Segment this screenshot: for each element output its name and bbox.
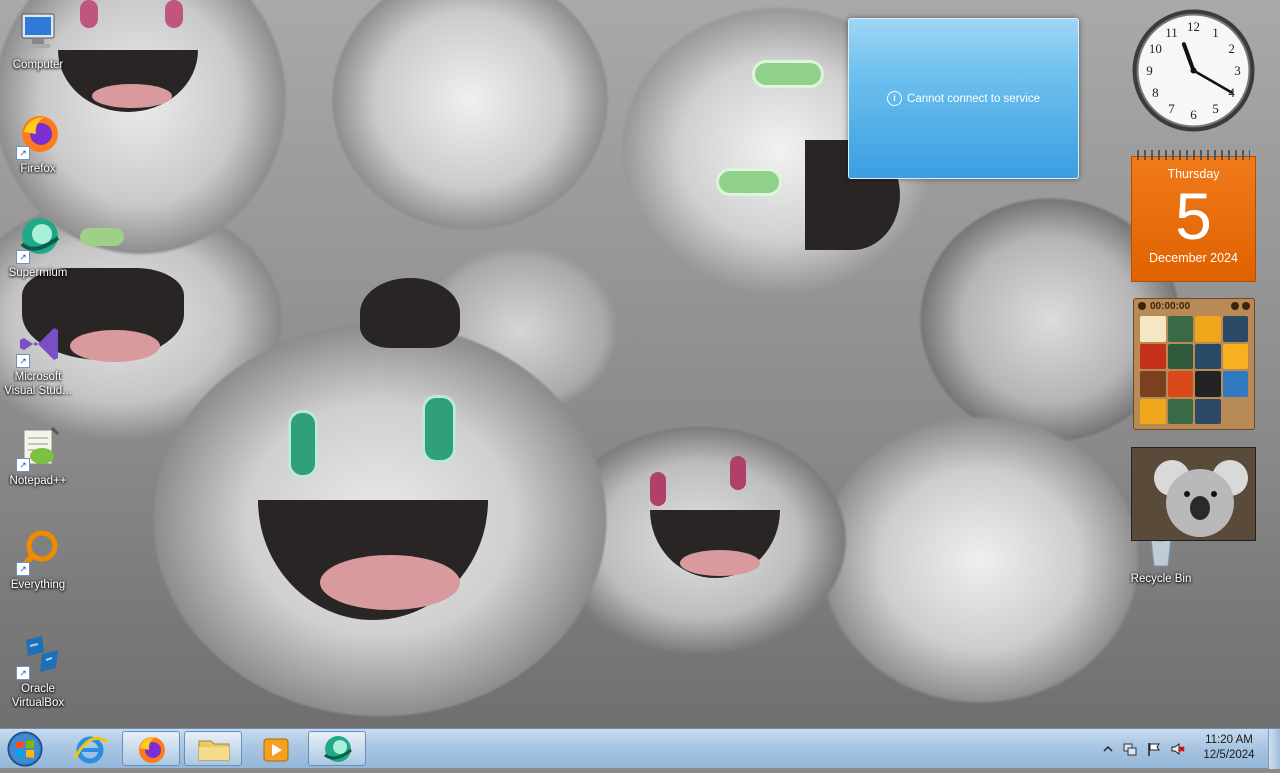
puzzle-grid[interactable] [1140, 316, 1248, 424]
calendar-gadget[interactable]: Thursday 5 December 2024 [1131, 150, 1256, 282]
desktop-icon-label: Computer [12, 59, 64, 71]
clock-numeral: 12 [1187, 19, 1200, 34]
wallpaper-creature-face [0, 0, 1280, 728]
firefox-icon [139, 737, 165, 763]
internet-explorer-icon [73, 736, 108, 764]
puzzle-tile[interactable] [1167, 398, 1193, 424]
puzzle-tile[interactable] [1222, 343, 1248, 369]
popup-message: Cannot connect to service [907, 92, 1040, 105]
desktop-icon-label: Oracle VirtualBox [11, 683, 65, 709]
puzzle-preview-icon[interactable] [1242, 302, 1250, 310]
koala-photo-icon [1132, 448, 1255, 540]
volume-muted-icon[interactable] [1170, 741, 1186, 757]
show-desktop-button[interactable] [1268, 729, 1280, 769]
puzzle-tile[interactable] [1195, 316, 1221, 342]
clock-numeral: 11 [1165, 25, 1178, 40]
supermium-icon: ↗ [14, 216, 62, 264]
taskbar-internet-explorer[interactable] [60, 731, 118, 766]
clock-numeral: 6 [1190, 107, 1197, 122]
desktop-icon-label: Microsoft Visual Stud... [4, 371, 72, 397]
puzzle-tile[interactable] [1140, 316, 1166, 342]
clock-numeral: 9 [1146, 63, 1153, 78]
slideshow-gadget[interactable] [1131, 447, 1256, 541]
taskbar-date: 12/5/2024 [1203, 749, 1255, 761]
everything-search-icon: ↗ [14, 528, 62, 576]
visual-studio-icon: ↗ [14, 320, 62, 368]
service-error-popup[interactable]: i Cannot connect to service [848, 18, 1079, 179]
show-hidden-icons-chevron-icon[interactable] [1100, 741, 1116, 757]
start-button[interactable] [5, 730, 45, 768]
desktop-wallpaper[interactable] [0, 0, 1280, 728]
puzzle-tile[interactable] [1140, 343, 1166, 369]
clock-numeral: 2 [1228, 41, 1235, 56]
desktop-icon-everything[interactable]: ↗ Everything [0, 528, 76, 592]
firefox-icon: ↗ [14, 112, 62, 160]
desktop-icon-visual-studio[interactable]: ↗ Microsoft Visual Stud... [0, 320, 76, 398]
taskbar-file-explorer[interactable] [184, 731, 242, 766]
calendar-month-year: December 2024 [1149, 251, 1238, 265]
puzzle-tile[interactable] [1140, 398, 1166, 424]
clock-numeral: 8 [1152, 85, 1159, 100]
media-player-icon [263, 738, 289, 762]
clock-numeral: 10 [1149, 41, 1162, 56]
supermium-icon [324, 736, 352, 762]
taskbar-time: 11:20 AM [1205, 734, 1253, 746]
puzzle-help-icon[interactable] [1231, 302, 1239, 310]
puzzle-tile[interactable] [1195, 343, 1221, 369]
puzzle-tile[interactable] [1222, 371, 1248, 397]
puzzle-tile[interactable] [1167, 371, 1193, 397]
shortcut-arrow-icon: ↗ [16, 146, 30, 160]
puzzle-tile[interactable] [1195, 371, 1221, 397]
info-icon: i [887, 91, 903, 106]
clock-numeral: 7 [1168, 101, 1175, 116]
action-center-flag-icon[interactable] [1146, 741, 1162, 757]
desktop-icon-notepad-plus-plus[interactable]: ↗ Notepad++ [0, 424, 76, 488]
shortcut-arrow-icon: ↗ [16, 562, 30, 576]
clock-numeral: 5 [1212, 101, 1219, 116]
desktop-icon-supermium[interactable]: ↗ Supermium [0, 216, 76, 280]
clock-numeral: 3 [1234, 63, 1241, 78]
puzzle-tile[interactable] [1167, 343, 1193, 369]
puzzle-tile[interactable] [1222, 316, 1248, 342]
taskbar-media-player[interactable] [246, 731, 304, 766]
shortcut-arrow-icon: ↗ [16, 666, 30, 680]
puzzle-tile[interactable] [1195, 398, 1221, 424]
shortcut-arrow-icon: ↗ [16, 458, 30, 472]
taskbar-firefox[interactable] [122, 731, 180, 766]
taskbar-supermium[interactable] [308, 731, 366, 766]
desktop-icon-virtualbox[interactable]: ↗ Oracle VirtualBox [0, 632, 76, 710]
desktop-icon-label: Notepad++ [9, 475, 67, 487]
picture-puzzle-gadget[interactable]: 00:00:00 [1133, 298, 1255, 430]
desktop-icon-label: Firefox [20, 163, 56, 175]
calendar-rings [1137, 150, 1250, 160]
clock-face-icon: 121234567891011 [1132, 9, 1255, 132]
desktop-icon-computer[interactable]: Computer [0, 8, 76, 72]
shortcut-arrow-icon: ↗ [16, 250, 30, 264]
taskbar[interactable]: 11:20 AM 12/5/2024 [0, 728, 1280, 769]
puzzle-tile[interactable] [1167, 316, 1193, 342]
network-icon[interactable] [1122, 741, 1138, 757]
calendar-page: Thursday 5 December 2024 [1131, 156, 1256, 282]
puzzle-tile[interactable] [1222, 398, 1248, 424]
clock-numeral: 1 [1212, 25, 1219, 40]
desktop-icon-label: Everything [10, 579, 66, 591]
desktop-icon-label: Recycle Bin [1130, 573, 1192, 585]
calendar-day: 5 [1175, 179, 1212, 253]
puzzle-clock-icon [1138, 302, 1146, 310]
windows-start-orb-icon [7, 731, 43, 767]
clock-gadget[interactable]: 121234567891011 [1131, 8, 1256, 133]
notepad-plus-plus-icon: ↗ [14, 424, 62, 472]
desktop-icon-label: Supermium [8, 267, 68, 279]
file-explorer-icon [198, 740, 230, 761]
puzzle-tile[interactable] [1140, 371, 1166, 397]
puzzle-timer: 00:00:00 [1150, 300, 1191, 312]
desktop-icon-firefox[interactable]: ↗ Firefox [0, 112, 76, 176]
virtualbox-icon: ↗ [14, 632, 62, 680]
shortcut-arrow-icon: ↗ [16, 354, 30, 368]
taskbar-clock[interactable]: 11:20 AM 12/5/2024 [1190, 733, 1268, 763]
puzzle-toolbar: 00:00:00 [1134, 299, 1254, 313]
computer-icon [14, 8, 62, 56]
